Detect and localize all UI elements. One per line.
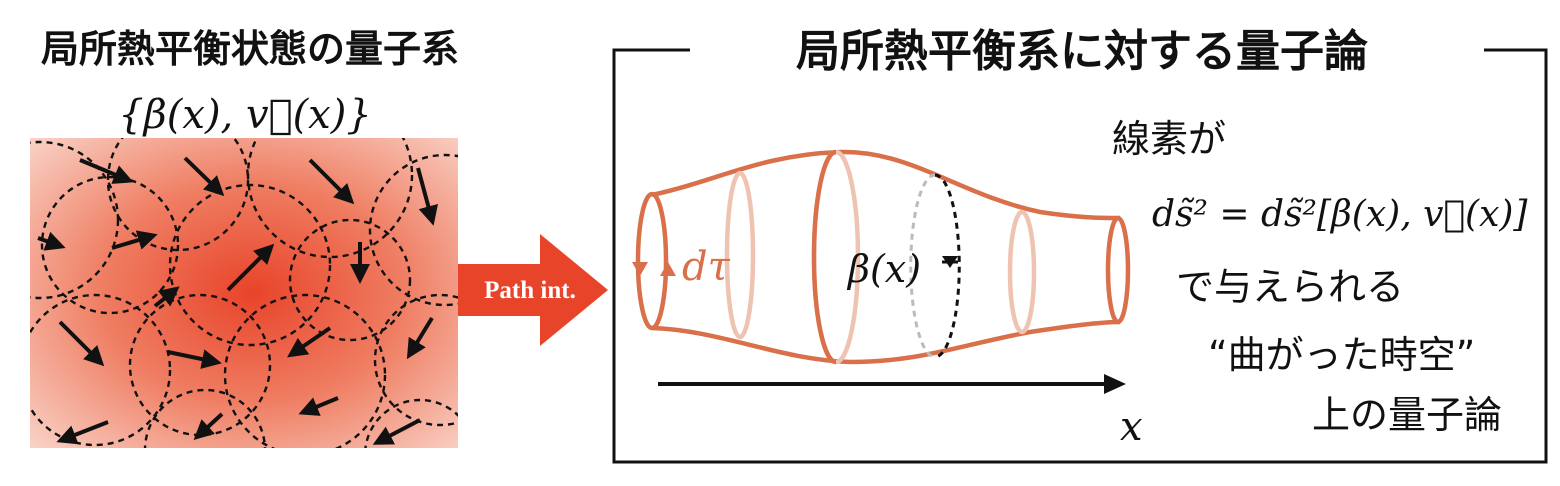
dtau-arrow-up <box>660 262 676 276</box>
right-panel: 局所熱平衡系に対する量子論 dτ β(x) x 線素が ds̃² = ds̃²[… <box>612 26 1548 464</box>
figure-canvas: 局所熱平衡状態の量子系 {β(x), v⃗(x)} Path int. 局所熱平… <box>30 26 1548 464</box>
x-axis: x <box>658 374 1143 450</box>
x-axis-arrowhead <box>1104 374 1126 394</box>
left-panel-math-label: {β(x), v⃗(x)} <box>118 92 372 138</box>
x-axis-label: x <box>1120 404 1143 450</box>
left-panel: 局所熱平衡状態の量子系 {β(x), v⃗(x)} <box>30 27 459 448</box>
tube-slice-solid <box>811 149 837 365</box>
explanation-line-1: 線素が <box>1112 117 1226 161</box>
dtau-label: dτ <box>682 244 731 290</box>
tube-slice-faint <box>724 170 756 340</box>
path-integral-arrow: Path int. <box>458 234 608 346</box>
tube-end-circle <box>1105 215 1131 325</box>
explanation-line-5: 上の量子論 <box>1312 393 1502 437</box>
local-equilibrium-field <box>30 138 458 448</box>
curved-spacetime-tube: dτ β(x) <box>632 149 1131 365</box>
tube-bottom-edge <box>651 319 1121 365</box>
beta-label: β(x) <box>846 247 921 291</box>
explanation: 線素が ds̃² = ds̃²[β(x), v⃗(x)] で与えられる “曲がっ… <box>1112 117 1528 437</box>
explanation-line-3: で与えられる <box>1176 265 1404 309</box>
right-panel-title: 局所熱平衡系に対する量子論 <box>796 26 1368 77</box>
temperature-field <box>30 138 458 448</box>
explanation-line-4: “曲がった時空” <box>1208 333 1475 377</box>
dtau-arrow-down <box>632 262 648 276</box>
tube-slice-faint <box>1021 209 1037 335</box>
tube-top-edge <box>651 149 1121 221</box>
beta-circle-front <box>934 173 961 359</box>
tube-slice-faint <box>1007 209 1023 335</box>
path-integral-label: Path int. <box>484 277 576 304</box>
left-panel-title: 局所熱平衡状態の量子系 <box>41 27 459 71</box>
line-element-formula: ds̃² = ds̃²[β(x), v⃗(x)] <box>1152 194 1528 235</box>
tube-front-circle <box>635 191 669 331</box>
